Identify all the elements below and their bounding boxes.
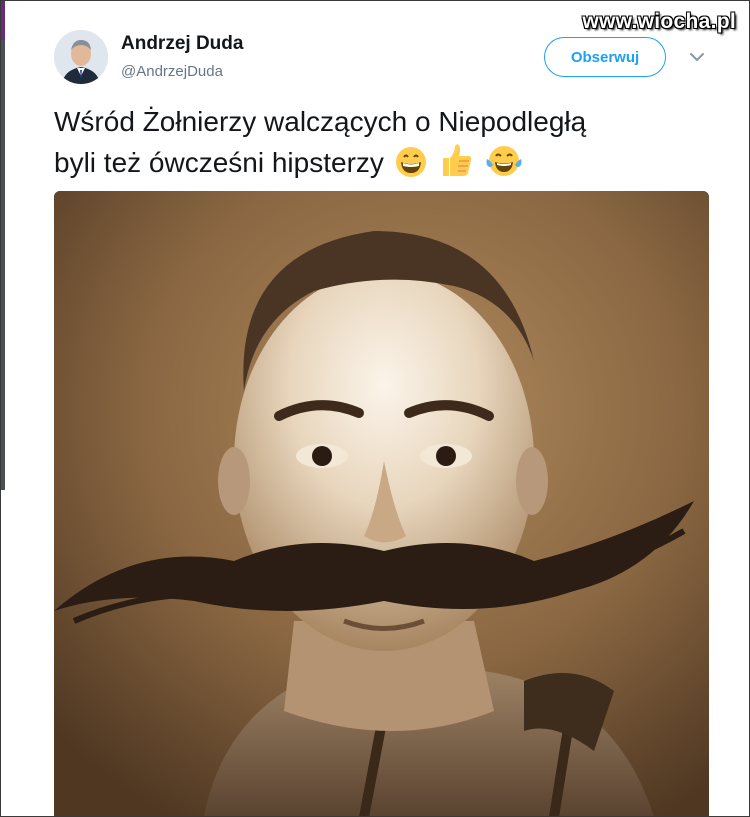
- tweet-text-line-2: byli też ówcześni hipsterzy: [54, 141, 674, 189]
- thumbs-up-emoji: [437, 141, 475, 189]
- tweet-photo[interactable]: [54, 191, 709, 817]
- tweet-text-line-2-text: byli też ówcześni hipsterzy: [54, 147, 384, 178]
- avatar[interactable]: [54, 30, 108, 84]
- author-name[interactable]: Andrzej Duda: [121, 33, 243, 55]
- historical-portrait-image: [54, 191, 709, 817]
- tears-of-joy-emoji: [485, 143, 523, 189]
- grinning-emoji: [394, 145, 428, 189]
- tweet-text-line-1: Wśród Żołnierzy walczących o Niepodległą: [54, 106, 587, 137]
- tweet-card: Andrzej Duda @AndrzejDuda Obserwuj www.w…: [0, 0, 750, 817]
- tweet-text: Wśród Żołnierzy walczących o Niepodległą…: [54, 103, 674, 189]
- chevron-down-icon[interactable]: [688, 48, 706, 66]
- watermark: www.wiocha.pl: [582, 10, 736, 33]
- follow-button[interactable]: Obserwuj: [544, 37, 666, 77]
- author-handle[interactable]: @AndrzejDuda: [121, 63, 223, 80]
- avatar-image: [54, 30, 108, 84]
